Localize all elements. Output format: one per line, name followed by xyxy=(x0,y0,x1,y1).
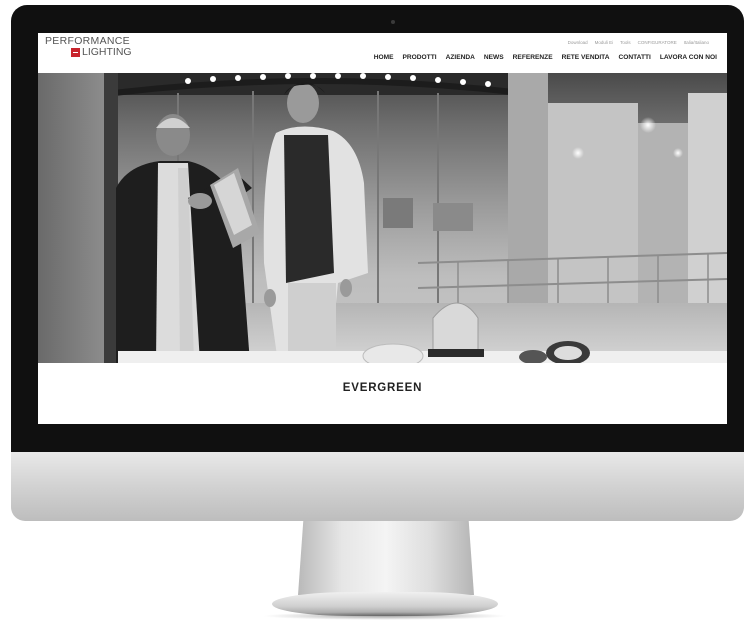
stand-shadow xyxy=(262,612,508,620)
nav-item-rete-vendita[interactable]: RETE VENDITA xyxy=(562,54,610,61)
hero-caption-area: EVERGREEN xyxy=(38,363,727,424)
logo-mark-icon xyxy=(71,48,80,57)
util-link-configuratore[interactable]: CONFIGURATORE xyxy=(638,40,677,45)
nav-item-contatti[interactable]: CONTATTI xyxy=(618,54,650,61)
utility-nav: Download Moduli Ei Tools CONFIGURATORE I… xyxy=(568,40,709,45)
site-header: PERFORMANCE LIGHTING Download Moduli Ei … xyxy=(38,33,727,73)
nav-item-prodotti[interactable]: PRODOTTI xyxy=(403,54,437,61)
nav-item-referenze[interactable]: REFERENZE xyxy=(513,54,553,61)
webcam-dot xyxy=(391,20,395,24)
brand-logo[interactable]: PERFORMANCE LIGHTING xyxy=(45,36,132,58)
nav-item-news[interactable]: NEWS xyxy=(484,54,504,61)
hero-caption: EVERGREEN xyxy=(342,382,423,394)
website-screen: PERFORMANCE LIGHTING Download Moduli Ei … xyxy=(38,33,727,424)
monitor-stand-neck xyxy=(298,521,474,595)
logo-text-lighting-row: LIGHTING xyxy=(71,47,132,58)
nav-item-azienda[interactable]: AZIENDA xyxy=(446,54,475,61)
util-link-moduli[interactable]: Moduli Ei xyxy=(595,40,614,45)
nav-item-lavora-con-noi[interactable]: LAVORA CON NOI xyxy=(660,54,717,61)
util-link-tools[interactable]: Tools xyxy=(620,40,631,45)
nav-item-home[interactable]: HOME xyxy=(374,54,394,61)
util-link-download[interactable]: Download xyxy=(568,40,588,45)
language-selector[interactable]: Italia/Italiano xyxy=(684,40,709,45)
hero-image[interactable] xyxy=(38,73,727,363)
monitor-chin xyxy=(11,452,744,521)
hero-photo-illustration xyxy=(38,73,727,363)
main-nav: HOME PRODOTTI AZIENDA NEWS REFERENZE RET… xyxy=(374,54,717,61)
logo-text-lighting: LIGHTING xyxy=(82,46,132,58)
